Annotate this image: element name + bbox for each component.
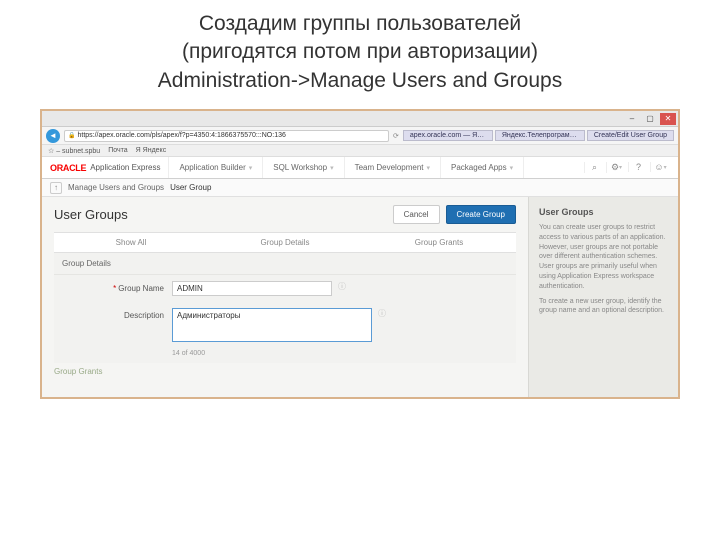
cancel-button[interactable]: Cancel <box>393 205 440 224</box>
breadcrumb-current: User Group <box>170 183 211 192</box>
region-tab-show-all[interactable]: Show All <box>54 233 208 252</box>
product-name: Application Express <box>90 163 160 172</box>
breadcrumb: ↑ Manage Users and Groups User Group <box>42 179 678 197</box>
window-titlebar: – ▢ ✕ <box>42 111 678 127</box>
browser-tab[interactable]: Яндекс.Телепрограмма в Сан... <box>495 130 585 141</box>
browser-back-button[interactable]: ◄ <box>46 129 60 143</box>
oracle-logo: ORACLE <box>50 163 86 173</box>
chevron-down-icon: ▾ <box>510 164 514 172</box>
breadcrumb-up-button[interactable]: ↑ <box>50 182 62 194</box>
chevron-down-icon: ▾ <box>427 164 431 172</box>
help-sidebar: User Groups You can create user groups t… <box>528 197 678 397</box>
slide-line2: (пригодятся потом при авторизации) <box>182 40 538 63</box>
browser-address-bar: ◄ 🔒 https://apex.oracle.com/pls/apex/f?p… <box>42 127 678 145</box>
group-name-label: *Group Name <box>62 281 172 293</box>
bookmark-link[interactable]: Почта <box>108 147 127 154</box>
description-row: Description ⓘ <box>54 302 516 348</box>
user-menu-icon[interactable]: ☺▾ <box>650 162 670 172</box>
browser-tab[interactable]: apex.oracle.com — Яндекс: на... <box>403 130 493 141</box>
browser-refresh-button[interactable]: ⟳ <box>393 132 399 140</box>
nav-tab-sql-workshop[interactable]: SQL Workshop▾ <box>263 157 344 178</box>
page-title: User Groups <box>54 207 128 222</box>
slide-line1: Создадим группы пользователей <box>199 12 521 35</box>
main-area: User Groups Cancel Create Group Show All… <box>42 197 678 397</box>
product-header: ORACLE Application Express Application B… <box>42 157 678 179</box>
region-tab-group-details[interactable]: Group Details <box>208 233 362 252</box>
lock-icon: 🔒 <box>68 132 75 139</box>
sidebar-title: User Groups <box>539 207 668 217</box>
sidebar-text: To create a new user group, identify the… <box>539 297 668 317</box>
description-input[interactable] <box>172 308 372 342</box>
slide-title: Создадим группы пользователей (пригодятс… <box>40 10 680 95</box>
chevron-down-icon: ▾ <box>249 164 253 172</box>
sidebar-text: You can create user groups to restrict a… <box>539 223 668 292</box>
url-input[interactable]: 🔒 https://apex.oracle.com/pls/apex/f?p=4… <box>64 130 389 142</box>
char-count: 14 of 4000 <box>172 348 516 363</box>
region-tabs: Show All Group Details Group Grants <box>54 232 516 253</box>
help-icon[interactable]: ⓘ <box>378 308 386 319</box>
group-details-region: Group Details *Group Name ⓘ Description … <box>54 253 516 363</box>
section-title-grants: Group Grants <box>42 363 528 380</box>
chevron-down-icon: ▾ <box>330 164 334 172</box>
browser-tab[interactable]: Create/Edit User Group <box>587 130 674 141</box>
create-group-button[interactable]: Create Group <box>446 205 516 224</box>
bookmarks-bar: ☆ – subnet.spbu Почта Я Яндекс <box>42 145 678 157</box>
bookmark-link[interactable]: Я Яндекс <box>136 147 167 154</box>
slide-line3: Administration->Manage Users and Groups <box>158 69 562 92</box>
nav-tab-packaged-apps[interactable]: Packaged Apps▾ <box>441 157 524 178</box>
group-name-input[interactable] <box>172 281 332 296</box>
browser-tabs: apex.oracle.com — Яндекс: на... Яндекс.Т… <box>403 130 674 141</box>
app-window: – ▢ ✕ ◄ 🔒 https://apex.oracle.com/pls/ap… <box>40 109 680 399</box>
search-icon[interactable]: ⌕ <box>584 162 604 173</box>
description-label: Description <box>62 308 172 320</box>
window-minimize-button[interactable]: – <box>624 113 640 125</box>
window-close-button[interactable]: ✕ <box>660 113 676 125</box>
region-tab-group-grants[interactable]: Group Grants <box>362 233 516 252</box>
nav-tab-team-dev[interactable]: Team Development▾ <box>345 157 441 178</box>
help-icon[interactable]: ⓘ <box>338 281 346 292</box>
section-title-details: Group Details <box>54 253 516 275</box>
breadcrumb-parent[interactable]: Manage Users and Groups <box>68 183 164 192</box>
settings-icon[interactable]: ⚙▾ <box>606 162 626 173</box>
bookmark-link[interactable]: ☆ – subnet.spbu <box>48 147 100 155</box>
group-name-row: *Group Name ⓘ <box>54 275 516 302</box>
help-icon[interactable]: ? <box>628 162 648 172</box>
content-region: User Groups Cancel Create Group Show All… <box>42 197 528 397</box>
window-maximize-button[interactable]: ▢ <box>642 113 658 125</box>
url-text: https://apex.oracle.com/pls/apex/f?p=435… <box>77 132 285 139</box>
nav-tab-app-builder[interactable]: Application Builder▾ <box>168 157 263 178</box>
